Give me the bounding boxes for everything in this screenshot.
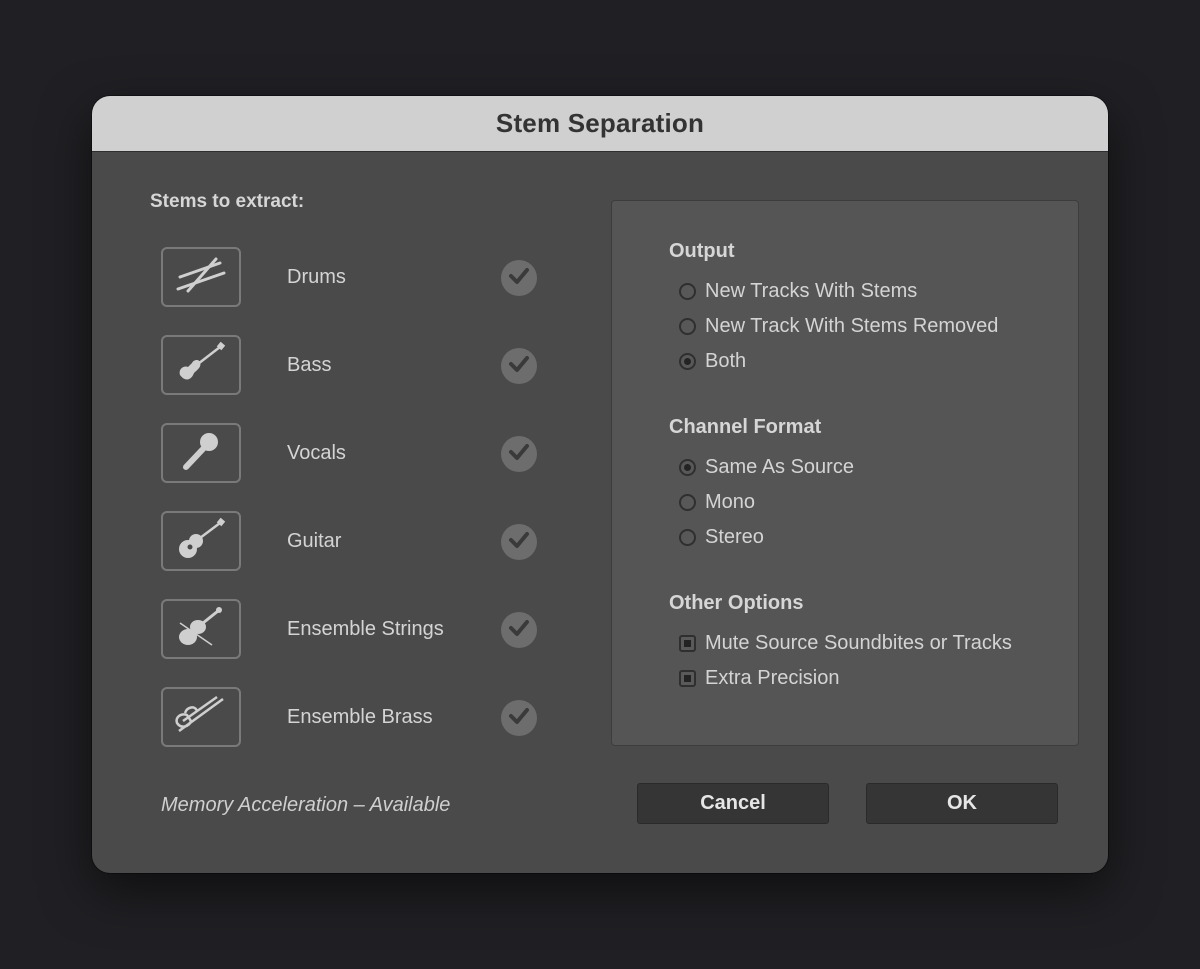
stem-icon-button-guitar[interactable]	[161, 511, 241, 571]
dialog-title: Stem Separation	[495, 108, 705, 138]
checkbox-checked[interactable]	[679, 634, 696, 652]
other-option-mute-source[interactable]: Mute Source Soundbites or Tracks	[679, 631, 1012, 655]
stem-label-vocals: Vocals	[287, 442, 346, 464]
stem-checkmark-ensemble-strings[interactable]	[501, 612, 537, 648]
channel-option-stereo[interactable]: Stereo	[679, 525, 764, 549]
memory-acceleration-status: Memory Acceleration – Available	[161, 794, 451, 816]
stem-icon-button-drums[interactable]	[161, 247, 241, 307]
stem-row-vocals: Vocals	[161, 423, 541, 487]
option-label: New Tracks With Stems	[705, 279, 918, 302]
other-options-section-title: Other Options	[669, 592, 804, 614]
violin-icon	[174, 605, 228, 654]
output-option-both[interactable]: Both	[679, 349, 746, 373]
stem-icon-button-vocals[interactable]	[161, 423, 241, 483]
radio-button-selected[interactable]	[679, 352, 696, 370]
stem-row-ensemble-brass: Ensemble Brass	[161, 687, 541, 751]
radio-button[interactable]	[679, 282, 696, 300]
radio-button[interactable]	[679, 317, 696, 335]
ok-button[interactable]: OK	[866, 783, 1058, 824]
checkmark-icon	[508, 443, 530, 466]
trombone-icon	[173, 693, 229, 742]
checkmark-icon	[508, 355, 530, 378]
checkbox-checked[interactable]	[679, 669, 696, 687]
output-section-title: Output	[669, 240, 735, 262]
option-label: Mono	[705, 490, 756, 513]
cancel-button[interactable]: Cancel	[637, 783, 829, 824]
other-option-extra-precision[interactable]: Extra Precision	[679, 666, 840, 690]
checkmark-icon	[508, 531, 530, 554]
stem-checkmark-bass[interactable]	[501, 348, 537, 384]
option-label: Same As Source	[705, 455, 854, 478]
option-label: Mute Source Soundbites or Tracks	[705, 631, 1012, 654]
bass-guitar-icon	[174, 341, 228, 390]
option-label: New Track With Stems Removed	[705, 314, 999, 337]
stem-row-drums: Drums	[161, 247, 541, 311]
stems-heading: Stems to extract:	[150, 191, 305, 212]
stem-checkmark-guitar[interactable]	[501, 524, 537, 560]
option-label: Stereo	[705, 525, 764, 548]
stem-icon-button-ensemble-strings[interactable]	[161, 599, 241, 659]
stem-row-ensemble-strings: Ensemble Strings	[161, 599, 541, 663]
output-option-new-tracks-with-stems[interactable]: New Tracks With Stems	[679, 279, 917, 303]
stem-icon-button-bass[interactable]	[161, 335, 241, 395]
stem-label-drums: Drums	[287, 266, 346, 288]
options-panel: Output New Tracks With Stems New Track W…	[611, 200, 1079, 746]
stem-checkmark-drums[interactable]	[501, 260, 537, 296]
dialog-titlebar: Stem Separation	[92, 96, 1108, 152]
checkmark-icon	[508, 619, 530, 642]
channel-option-same-as-source[interactable]: Same As Source	[679, 455, 854, 479]
radio-button-selected[interactable]	[679, 458, 696, 476]
channel-format-section-title: Channel Format	[669, 416, 822, 438]
stem-checkmark-ensemble-brass[interactable]	[501, 700, 537, 736]
stem-label-guitar: Guitar	[287, 530, 342, 552]
stem-row-guitar: Guitar	[161, 511, 541, 575]
stem-checkmark-vocals[interactable]	[501, 436, 537, 472]
option-label: Extra Precision	[705, 666, 840, 689]
radio-button[interactable]	[679, 528, 696, 546]
output-option-new-track-with-stems-removed[interactable]: New Track With Stems Removed	[679, 314, 998, 338]
stem-separation-dialog: Stem Separation Stems to extract: Drums	[92, 96, 1108, 873]
drumsticks-icon	[174, 255, 228, 300]
acoustic-guitar-icon	[174, 517, 228, 566]
checkmark-icon	[508, 267, 530, 290]
stem-icon-button-ensemble-brass[interactable]	[161, 687, 241, 747]
stem-label-ensemble-strings: Ensemble Strings	[287, 618, 444, 640]
option-label: Both	[705, 349, 747, 372]
stem-label-ensemble-brass: Ensemble Brass	[287, 706, 433, 728]
radio-button[interactable]	[679, 493, 696, 511]
microphone-icon	[176, 429, 226, 478]
stem-label-bass: Bass	[287, 354, 332, 376]
checkmark-icon	[508, 707, 530, 730]
stem-row-bass: Bass	[161, 335, 541, 399]
channel-option-mono[interactable]: Mono	[679, 490, 755, 514]
